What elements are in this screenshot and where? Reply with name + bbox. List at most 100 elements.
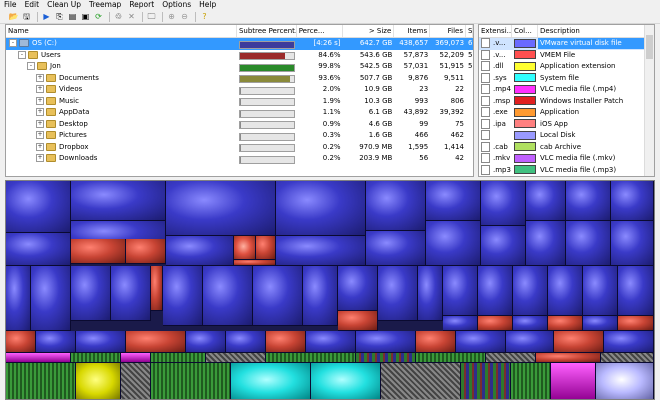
treemap-cell[interactable]: [511, 363, 551, 399]
treemap-cell[interactable]: [126, 239, 166, 264]
treemap-cell[interactable]: [536, 353, 601, 363]
treemap-cell[interactable]: [121, 363, 151, 399]
expand-toggle-icon[interactable]: +: [36, 108, 44, 117]
ext-row[interactable]: .mp4 VLC media file (.mp4): [479, 84, 654, 96]
delete-icon[interactable]: ✕: [126, 11, 137, 22]
tree-row[interactable]: + Downloads 0.2% 203.9 MB 56 42: [6, 153, 473, 165]
treemap-cell[interactable]: [226, 331, 266, 353]
explorer-icon[interactable]: ▤: [67, 11, 78, 22]
treemap-cell[interactable]: [338, 311, 378, 331]
treemap-cell[interactable]: [31, 266, 71, 331]
tree-row[interactable]: + AppData 1.1% 6.1 GB 43,892 39,392: [6, 107, 473, 119]
treemap-cell[interactable]: [6, 181, 71, 233]
treemap-cell[interactable]: [256, 236, 276, 260]
tree-row[interactable]: + Videos 2.0% 10.9 GB 23 22: [6, 84, 473, 96]
treemap-cell[interactable]: [513, 266, 548, 316]
expand-toggle-icon[interactable]: -: [9, 39, 17, 48]
treemap-cell[interactable]: [338, 266, 378, 311]
treemap-view[interactable]: [5, 180, 655, 400]
run-icon[interactable]: ▶: [41, 11, 52, 22]
treemap-cell[interactable]: [381, 363, 461, 399]
treemap-cell[interactable]: [443, 266, 478, 316]
ext-row[interactable]: .dll Application extension: [479, 61, 654, 73]
treemap-cell[interactable]: [583, 316, 618, 331]
col-header-0[interactable]: Name: [6, 25, 237, 37]
delete-bin-icon[interactable]: ♲: [113, 11, 124, 22]
treemap-cell[interactable]: [416, 353, 486, 363]
treemap-cell[interactable]: [478, 266, 513, 316]
copy-icon[interactable]: ⎘: [54, 11, 65, 22]
treemap-cell[interactable]: [276, 236, 366, 266]
menu-options[interactable]: Options: [158, 0, 195, 10]
expand-toggle-icon[interactable]: +: [36, 154, 44, 163]
treemap-cell[interactable]: [554, 331, 604, 353]
treemap-cell[interactable]: [6, 331, 36, 353]
menu-treemap[interactable]: Treemap: [85, 0, 125, 10]
treemap-cell[interactable]: [461, 363, 511, 399]
treemap-cell[interactable]: [366, 181, 426, 231]
col-header-2[interactable]: Perce...: [297, 25, 343, 37]
treemap-cell[interactable]: [604, 331, 654, 353]
ext-row[interactable]: .msp Windows Installer Patch: [479, 95, 654, 108]
tree-row[interactable]: - Users 84.6% 543.6 GB 57,873 52,209 5: [6, 50, 473, 62]
expand-toggle-icon[interactable]: +: [36, 131, 44, 140]
expand-toggle-icon[interactable]: +: [36, 96, 44, 105]
expand-toggle-icon[interactable]: +: [36, 73, 44, 82]
save-icon[interactable]: 🖫: [21, 11, 32, 22]
treemap-cell[interactable]: [151, 266, 163, 311]
treemap-cell[interactable]: [356, 353, 416, 363]
treemap-cell[interactable]: [618, 316, 654, 331]
treemap-cell[interactable]: [418, 266, 443, 321]
tree-row[interactable]: - OS (C:) [4:26 s] 642.7 GB 438,657 369,073 6: [6, 38, 473, 50]
col-header-3[interactable]: > Size: [343, 25, 395, 37]
ext-col-header-0[interactable]: Extensi...: [479, 25, 512, 37]
treemap-cell[interactable]: [126, 331, 186, 353]
treemap-cell[interactable]: [71, 181, 166, 221]
treemap-cell[interactable]: [443, 316, 478, 331]
help-icon[interactable]: ?: [199, 11, 210, 22]
ext-row[interactable]: .ipa iOS App: [479, 118, 654, 131]
treemap-cell[interactable]: [601, 353, 654, 363]
treemap-cell[interactable]: [356, 331, 416, 353]
directory-tree-pane[interactable]: Name Subtree Percent... Perce... > Size Item…: [5, 24, 474, 177]
treemap-cell[interactable]: [456, 331, 506, 353]
treemap-cell[interactable]: [551, 363, 596, 399]
treemap-cell[interactable]: [311, 363, 381, 399]
expand-toggle-icon[interactable]: +: [36, 119, 44, 128]
menu-help[interactable]: Help: [195, 0, 220, 10]
menu-edit[interactable]: Edit: [21, 0, 44, 10]
treemap-cell[interactable]: [76, 363, 121, 399]
treemap-cell[interactable]: [71, 266, 111, 321]
treemap-cell[interactable]: [206, 353, 266, 363]
treemap-cell[interactable]: [583, 266, 618, 316]
treemap-cell[interactable]: [513, 316, 548, 331]
treemap-cell[interactable]: [266, 353, 356, 363]
treemap-cell[interactable]: [526, 221, 566, 266]
treemap-cell[interactable]: [548, 316, 583, 331]
treemap-cell[interactable]: [121, 353, 151, 363]
tree-row[interactable]: - Jon 99.8% 542.5 GB 57,031 51,915 5: [6, 61, 473, 73]
ext-row[interactable]: .mp3 VLC media file (.mp3): [479, 164, 654, 177]
ext-row[interactable]: Local Disk: [479, 130, 654, 142]
expand-toggle-icon[interactable]: +: [36, 85, 44, 94]
ext-scrollbar[interactable]: [644, 25, 654, 176]
treemap-cell[interactable]: [596, 363, 654, 399]
open-icon[interactable]: 📂: [8, 11, 19, 22]
treemap-cell[interactable]: [76, 331, 126, 353]
treemap-cell[interactable]: [253, 266, 303, 326]
treemap-cell[interactable]: [618, 266, 654, 316]
treemap-cell[interactable]: [36, 331, 76, 353]
treemap-cell[interactable]: [71, 239, 126, 264]
expand-toggle-icon[interactable]: -: [18, 50, 26, 59]
zoom-out-icon[interactable]: ⊖: [179, 11, 190, 22]
treemap-cell[interactable]: [548, 266, 583, 316]
treemap-cell[interactable]: [163, 266, 203, 326]
ext-row[interactable]: .v... VMEM File: [479, 49, 654, 62]
ext-col-header-2[interactable]: Description: [538, 25, 646, 37]
treemap-cell[interactable]: [481, 226, 526, 266]
menu-report[interactable]: Report: [125, 0, 158, 10]
tree-row[interactable]: + Pictures 0.3% 1.6 GB 466 462: [6, 130, 473, 142]
treemap-cell[interactable]: [6, 363, 76, 399]
tree-row[interactable]: + Dropbox 0.2% 970.9 MB 1,595 1,414: [6, 142, 473, 154]
treemap-cell[interactable]: [486, 353, 536, 363]
